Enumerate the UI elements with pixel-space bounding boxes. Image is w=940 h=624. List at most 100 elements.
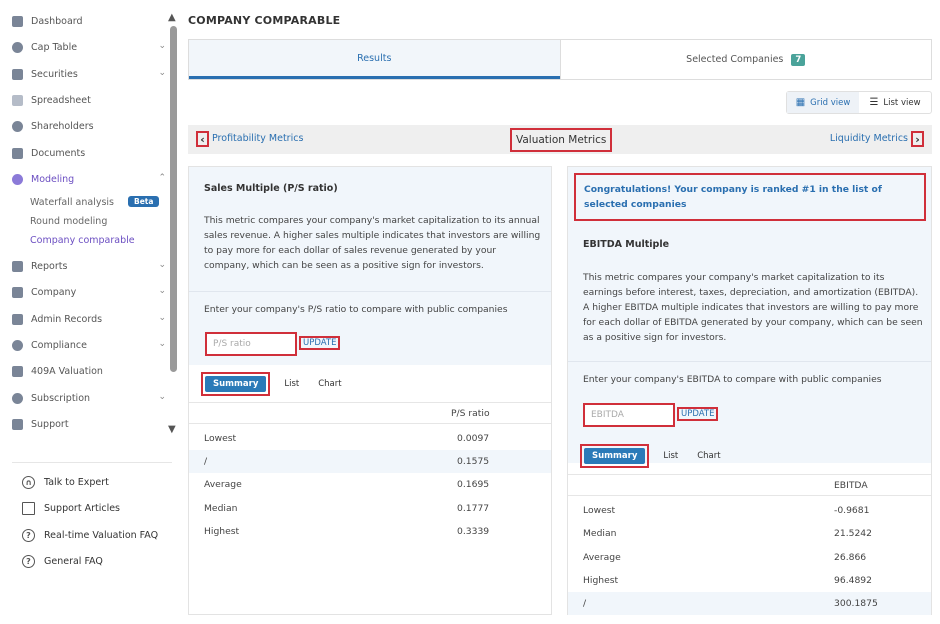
question-icon: ? [22,528,35,542]
sidebar-item-compliance[interactable]: Compliance ⌄ [12,335,168,355]
table-row: Average 0.1695 [204,479,490,490]
spreadsheet-icon [12,94,23,106]
folder-icon [12,147,23,159]
question-icon: ? [22,554,35,568]
chevron-down-icon: ⌄ [158,286,166,296]
sidebar-item-subscription[interactable]: Subscription ⌄ [12,388,168,408]
summary-tab-highlight: Summary [201,372,271,396]
panel-prompt: Enter your company's P/S ratio to compar… [204,304,508,315]
ps-ratio-input-box[interactable] [205,332,297,356]
grid-icon: ▦ [795,97,806,108]
tab-selected-companies[interactable]: Selected Companies 7 [559,40,932,79]
dashboard-icon [12,15,23,27]
report-icon [12,260,23,272]
list-icon: ☰ [869,97,879,108]
sidebar-item-documents[interactable]: Documents [12,143,168,163]
chart-tab[interactable]: Chart [318,379,341,389]
dollar-icon [12,392,23,404]
list-tab[interactable]: List [663,451,678,461]
sidebar-item-cap-table[interactable]: Cap Table ⌄ [12,37,168,57]
summary-tab[interactable]: Summary [205,376,267,392]
list-view-button[interactable]: ☰ List view [859,92,931,113]
ps-ratio-input[interactable] [213,339,295,349]
help-talk-to-expert[interactable]: ∩ Talk to Expert [22,474,109,490]
pie-chart-icon [12,41,23,53]
scroll-down-arrow-icon[interactable]: ▼ [168,424,176,435]
book-icon [22,501,35,515]
ebitda-input-box[interactable] [583,403,675,427]
update-button[interactable]: UPDATE [677,407,719,421]
grid-view-button[interactable]: ▦ Grid view [787,92,859,113]
scroll-up-arrow-icon[interactable]: ▲ [168,12,176,23]
sidebar-item-securities[interactable]: Securities ⌄ [12,64,168,84]
shield-icon [12,339,23,351]
sidebar-subitem-waterfall-analysis[interactable]: Waterfall analysis [30,197,114,208]
congrats-banner: Congratulations! Your company is ranked … [574,173,926,221]
sidebar-item-modeling[interactable]: Modeling ⌃ [12,169,168,189]
sidebar-subitem-round-modeling[interactable]: Round modeling [30,216,107,227]
sidebar-subitem-company-comparable[interactable]: Company comparable [30,235,135,246]
table-row: Lowest -0.9681 [583,505,870,516]
sidebar-item-admin-records[interactable]: Admin Records ⌄ [12,309,168,329]
chevron-down-icon: ⌄ [158,339,166,349]
sidebar-item-409a-valuation[interactable]: 409A Valuation [12,361,168,381]
chevron-down-icon: ⌄ [158,392,166,402]
chart-tab[interactable]: Chart [697,451,720,461]
panel-prompt: Enter your company's EBITDA to compare w… [583,374,882,385]
table-row: Lowest 0.0097 [204,433,490,444]
chevron-down-icon: ⌄ [158,260,166,270]
records-icon [12,313,23,325]
panel-description: This metric compares your company's mark… [204,215,541,271]
view-toggle: ▦ Grid view ☰ List view [786,91,932,114]
table-row: Highest 0.3339 [204,526,490,537]
support-icon [12,418,23,430]
table-row: Highest 96.4892 [583,575,872,586]
column-header: EBITDA [834,480,868,491]
sidebar-item-shareholders[interactable]: Shareholders [12,116,168,136]
sales-multiple-panel: Sales Multiple (P/S ratio) This metric c… [188,166,552,615]
metric-prev-link[interactable]: Profitability Metrics [212,133,303,144]
metric-next-link[interactable]: Liquidity Metrics [830,133,908,144]
update-button[interactable]: UPDATE [299,336,341,350]
sidebar-item-support[interactable]: Support [12,414,168,434]
stats-table-header: P/S ratio [189,402,551,424]
table-row: Average 26.866 [583,552,867,563]
person-icon [12,120,23,132]
list-tab[interactable]: List [284,379,299,389]
valuation-icon [12,365,23,377]
column-header: P/S ratio [451,408,490,419]
page-title: COMPANY COMPARABLE [188,14,341,27]
chevron-down-icon: ⌄ [158,313,166,323]
help-real-time-valuation-faq[interactable]: ? Real-time Valuation FAQ [22,527,158,543]
sidebar-item-reports[interactable]: Reports ⌄ [12,256,168,276]
sidebar-item-dashboard[interactable]: Dashboard [12,11,168,31]
chevron-down-icon: ⌄ [158,41,166,51]
summary-tab[interactable]: Summary [584,448,646,464]
headset-icon: ∩ [22,475,35,489]
sidebar-scrollbar[interactable] [170,26,177,372]
ebitda-input[interactable] [591,410,673,420]
table-row: /0.1575 [189,450,551,473]
sidebar-divider [12,462,172,463]
chevron-left-icon[interactable]: ‹ [196,131,209,147]
main-tabs: Results Selected Companies 7 [188,39,932,80]
table-row: Median 0.1777 [204,503,490,514]
summary-tab-highlight: Summary [580,444,650,468]
sidebar-item-company[interactable]: Company ⌄ [12,282,168,302]
document-icon [12,68,23,80]
chevron-up-icon: ⌃ [158,173,166,183]
sidebar-item-spreadsheet[interactable]: Spreadsheet [12,90,168,110]
tab-results[interactable]: Results [189,40,560,79]
beta-badge: Beta [128,196,160,207]
chevron-right-icon[interactable]: › [911,131,924,147]
panel-title: EBITDA Multiple [583,239,670,250]
panel-divider [568,361,931,362]
view-subtabs: Summary List Chart [201,372,342,396]
selected-count-badge: 7 [791,53,806,66]
help-general-faq[interactable]: ? General FAQ [22,553,103,569]
metrics-nav-bar: ‹ Profitability Metrics Valuation Metric… [188,125,932,154]
help-support-articles[interactable]: Support Articles [22,500,120,516]
panel-description: This metric compares your company's mark… [583,272,923,343]
panel-title: Sales Multiple (P/S ratio) [204,183,338,194]
metric-current-title: Valuation Metrics [510,128,613,152]
